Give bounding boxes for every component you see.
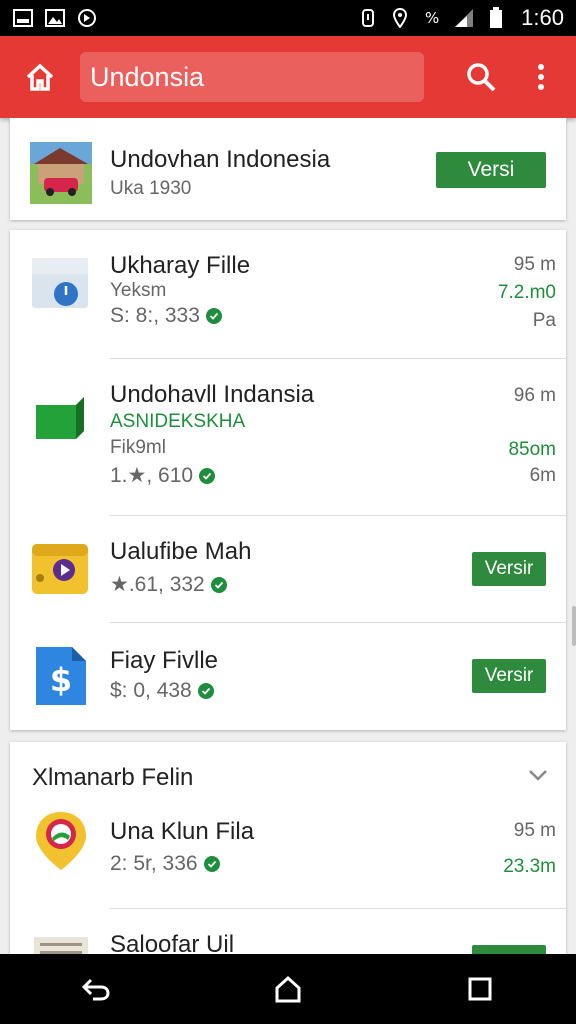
list-item-rating: 2: 5r, 336 — [110, 852, 220, 876]
featured-card: Undovhan Indonesia Uka 1930 Versi — [10, 118, 566, 220]
version-button[interactable]: Versir — [472, 552, 546, 586]
app-bar: Undonsia — [0, 36, 576, 118]
navigation-bar — [0, 954, 576, 1024]
rating-text: 2: 5r, 336 — [110, 852, 198, 875]
check-icon — [197, 683, 214, 699]
svg-text:$: $ — [50, 661, 72, 699]
green-folder-icon — [30, 391, 92, 453]
content-area[interactable]: Undovhan Indonesia Uka 1930 Versi Ukhara… — [0, 118, 576, 954]
list-item-title: Ualufibe Mah — [110, 538, 252, 565]
rating-text: ★.61, 332 — [110, 573, 205, 596]
home-button[interactable] — [0, 36, 80, 118]
clock: 1:60 — [521, 5, 564, 30]
search-button[interactable] — [446, 36, 516, 118]
featured-title[interactable]: Undovhan Indonesia — [110, 146, 330, 174]
list-item-subtitle: Fik9ml — [110, 437, 166, 458]
list-item[interactable]: Una Klun Fila 2: 5r, 336 95 m 23.3m — [10, 800, 566, 908]
list-item-title: Una Klun Fila — [110, 818, 255, 845]
document-app-icon — [30, 929, 92, 954]
media-app-icon — [30, 538, 92, 600]
chevron-down-icon — [529, 770, 547, 781]
dollar-file-icon: $ — [30, 645, 92, 707]
list-item-rating: S: 8:, 333 — [110, 304, 222, 328]
battery-icon — [485, 7, 507, 28]
meta-line-2: 23.3m — [503, 856, 556, 877]
scrollbar[interactable] — [572, 606, 576, 646]
meta-line-2: 85om — [508, 439, 556, 460]
vibrate-icon — [357, 8, 379, 28]
notification-image-icon — [12, 8, 34, 28]
status-right-icons: % 1:60 — [357, 5, 564, 31]
meta-line-1: 95 m — [513, 820, 556, 841]
list-item-developer: ASNIDEKSKHA — [110, 411, 246, 432]
rating-text: S: 8:, 333 — [110, 304, 200, 327]
home-nav-button[interactable] — [258, 959, 318, 1019]
search-icon — [467, 63, 496, 92]
file-app-icon — [30, 252, 92, 314]
app-list-card: Ukharay Fille Yeksm S: 8:, 333 95 m 7.2.… — [10, 230, 566, 730]
list-item-title: Saloofar Uil — [110, 931, 235, 954]
meta-line-2: 7.2.m0 — [497, 282, 556, 303]
featured-subtitle: Uka 1930 — [110, 178, 192, 199]
list-item-rating: ★.61, 332 — [110, 572, 227, 597]
list-item-rating: $: 0, 438 — [110, 679, 214, 703]
back-button[interactable] — [66, 959, 126, 1019]
home-nav-icon — [275, 975, 301, 1003]
section-title: Xlmanarb Felin — [32, 764, 194, 791]
list-item-title: Ukharay Fille — [110, 252, 251, 279]
status-left-icons — [12, 8, 98, 28]
meta-line-3: 6m — [529, 465, 556, 486]
version-button[interactable] — [472, 945, 546, 954]
list-item-rating: 1.★, 610 — [110, 463, 216, 488]
meta-line-1: 95 m — [513, 254, 556, 275]
list-item-subtitle: Yeksm — [110, 280, 167, 301]
overflow-menu-button[interactable] — [516, 36, 566, 118]
list-item[interactable]: Ualufibe Mah ★.61, 332 Versir — [10, 516, 566, 622]
check-icon — [205, 308, 222, 324]
expand-button[interactable] — [528, 768, 548, 787]
featured-thumbnail[interactable] — [30, 142, 92, 204]
list-item-title: Undohavll Indansia — [110, 381, 315, 408]
list-item[interactable]: $ Fiay Fivlle $: 0, 438 Versir — [10, 623, 566, 729]
check-icon — [210, 576, 227, 593]
section-card: Xlmanarb Felin Una Klun Fila 2: 5r, 336 … — [10, 742, 566, 954]
recents-button[interactable] — [450, 959, 510, 1019]
check-icon — [199, 467, 216, 484]
search-input[interactable]: Undonsia — [80, 52, 424, 102]
meta-line-1: 96 m — [513, 385, 556, 406]
featured-version-button[interactable]: Versi — [436, 152, 546, 188]
recents-icon — [468, 977, 492, 1001]
check-icon — [203, 856, 220, 872]
more-vert-icon — [538, 64, 544, 90]
location-icon — [389, 8, 411, 28]
back-icon — [81, 978, 110, 1001]
list-item[interactable]: Ukharay Fille Yeksm S: 8:, 333 95 m 7.2.… — [10, 230, 566, 358]
home-icon — [26, 63, 54, 91]
version-button[interactable]: Versir — [472, 659, 546, 693]
list-item-title: Fiay Fivlle — [110, 647, 219, 674]
map-pin-app-icon — [30, 810, 92, 872]
rating-text: 1.★, 610 — [110, 464, 194, 487]
signal-icon — [453, 8, 475, 28]
status-bar: % 1:60 — [0, 0, 576, 36]
list-item[interactable]: Saloofar Uil — [10, 909, 566, 954]
notification-app-icon — [76, 8, 98, 28]
rating-text: $: 0, 438 — [110, 679, 192, 702]
svg-text:%: % — [425, 9, 439, 27]
notification-photo-icon — [44, 8, 66, 28]
meta-line-3: Pa — [532, 310, 556, 331]
data-icon: % — [421, 8, 443, 28]
list-item[interactable]: Undohavll Indansia ASNIDEKSKHA Fik9ml 1.… — [10, 359, 566, 515]
